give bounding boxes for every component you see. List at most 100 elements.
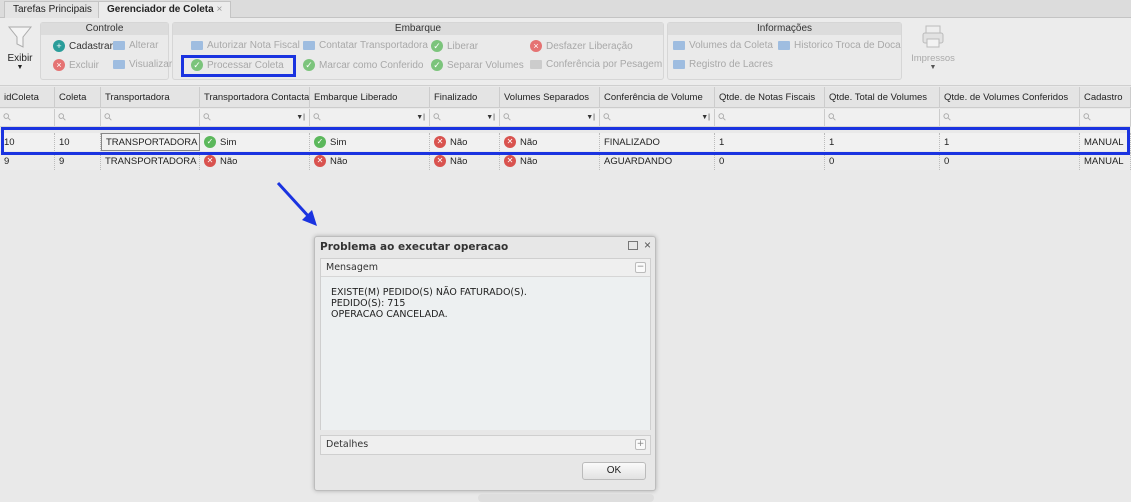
ok-button[interactable]: OK xyxy=(582,462,646,480)
column-header[interactable]: Embarque Liberado xyxy=(310,87,430,107)
cell-text: MANUAL xyxy=(1084,155,1124,167)
impressos-button[interactable]: Impressos ▼ xyxy=(905,24,961,71)
tab-tarefas-principais[interactable]: Tarefas Principais xyxy=(4,1,101,18)
table-cell: MANUAL xyxy=(1080,133,1131,151)
table-cell: 1 xyxy=(825,133,940,151)
filter-cell[interactable]: ⚲ ▼| xyxy=(600,109,715,126)
delete-icon: × xyxy=(53,59,65,71)
filter-cell[interactable]: ⚲ ▼| xyxy=(310,109,430,126)
close-icon[interactable]: × xyxy=(216,4,222,15)
filter-cell[interactable]: ⚲ xyxy=(0,109,55,126)
filter-cell[interactable]: ⚲ xyxy=(101,109,200,126)
contatar-transportadora-button[interactable]: Contatar Transportadora xyxy=(303,40,428,51)
table-cell: ✕ Não xyxy=(200,152,310,170)
table-cell: ✕ Não xyxy=(500,152,600,170)
label: Marcar como Conferido xyxy=(319,59,424,71)
desfazer-liberacao-button[interactable]: × Desfazer Liberação xyxy=(530,40,633,52)
group-title: Informações xyxy=(668,23,901,35)
table-row[interactable]: 9 9 TRANSPORTADORA ✕ Não ✕ Não ✕ Não ✕ Não AGUARDAN… xyxy=(0,152,1131,170)
cadastrar-button[interactable]: + Cadastrar xyxy=(53,40,113,52)
column-header[interactable]: Coleta xyxy=(55,87,101,107)
table-cell: 10 xyxy=(0,133,55,151)
dropdown-icon[interactable]: ▼| xyxy=(486,114,495,121)
column-header[interactable]: idColeta xyxy=(0,87,55,107)
check-icon: ✓ xyxy=(431,40,443,52)
column-header[interactable]: Qtde. Total de Volumes xyxy=(825,87,940,107)
check-icon: ✓ xyxy=(314,136,326,148)
filter-row: ⚲ ⚲ ⚲ ⚲ ▼| ⚲ ▼| ⚲ ▼| ⚲ ▼| ⚲ ▼| ⚲ ⚲ ⚲ ⚲ xyxy=(0,109,1131,127)
message-line: PEDIDO(S): 715 xyxy=(331,298,406,309)
processar-coleta-button[interactable]: ✓ Processar Coleta xyxy=(191,59,284,71)
message-body: EXISTE(M) PEDIDO(S) NÃO FATURADO(S). PED… xyxy=(321,277,650,430)
table-cell: TRANSPORTADORA xyxy=(101,152,200,170)
filter-cell[interactable]: ⚲ xyxy=(715,109,825,126)
close-icon[interactable]: × xyxy=(644,238,651,252)
column-header[interactable]: Conferência de Volume xyxy=(600,87,715,107)
filter-cell[interactable]: ⚲ ▼| xyxy=(500,109,600,126)
column-header[interactable]: Qtde. de Notas Fiscais xyxy=(715,87,825,107)
registro-de-lacres-button[interactable]: Registro de Lacres xyxy=(673,59,773,70)
table-row[interactable]: 10 10 TRANSPORTADORA ✓ Sim ✓ Sim ✕ Não ✕ Não FINALI… xyxy=(0,133,1131,151)
separar-volumes-button[interactable]: ✓ Separar Volumes xyxy=(431,59,524,71)
cell-text: Não xyxy=(330,155,348,167)
detalhes-panel[interactable]: Detalhes + xyxy=(320,435,651,455)
group-title: Controle xyxy=(41,23,168,35)
search-icon: ⚲ xyxy=(826,111,840,124)
filter-cell[interactable]: ⚲ ▼| xyxy=(200,109,310,126)
liberar-button[interactable]: ✓ Liberar xyxy=(431,40,478,52)
exibir-label: Exibir xyxy=(7,53,33,64)
autorizar-nota-fiscal-button[interactable]: Autorizar Nota Fiscal xyxy=(191,40,300,51)
column-header[interactable]: Transportadora xyxy=(101,87,200,107)
exibir-button[interactable]: Exibir ▼ xyxy=(6,24,34,71)
search-icon: ⚲ xyxy=(501,111,515,124)
cell-text: Não xyxy=(520,136,538,148)
check-icon: ✓ xyxy=(204,136,216,148)
tab-gerenciador-de-coleta[interactable]: Gerenciador de Coleta × xyxy=(98,1,232,18)
conferencia-por-pesagem-button[interactable]: Conferência por Pesagem xyxy=(530,59,662,70)
volumes-da-coleta-button[interactable]: Volumes da Coleta xyxy=(673,40,773,51)
contact-icon xyxy=(303,41,315,50)
ribbon-toolbar: Exibir ▼ Controle + Cadastrar Alterar × Ex… xyxy=(0,18,1131,86)
table-cell: 9 xyxy=(0,152,55,170)
column-header[interactable]: Finalizado xyxy=(430,87,500,107)
message-line: EXISTE(M) PEDIDO(S) NÃO FATURADO(S). xyxy=(331,287,527,298)
label: Contatar Transportadora xyxy=(319,40,428,51)
cell-text: FINALIZADO xyxy=(604,136,660,148)
group-title: Embarque xyxy=(173,23,663,35)
expand-icon[interactable]: + xyxy=(635,439,646,450)
scale-icon xyxy=(530,60,542,69)
error-dialog: Problema ao executar operacao × Mensagem… xyxy=(314,236,656,491)
x-icon: ✕ xyxy=(504,155,516,167)
label: Historico Troca de Doca xyxy=(794,40,901,51)
collapse-icon[interactable]: − xyxy=(635,262,646,273)
group-controle: Controle + Cadastrar Alterar × Excluir Vis… xyxy=(40,22,172,80)
dropdown-icon[interactable]: ▼| xyxy=(416,114,425,121)
filter-cell[interactable]: ⚲ xyxy=(55,109,101,126)
filter-cell[interactable]: ⚲ xyxy=(1080,109,1131,126)
filter-cell[interactable]: ⚲ ▼| xyxy=(430,109,500,126)
view-icon xyxy=(113,60,125,69)
search-icon: ⚲ xyxy=(1,111,15,124)
cell-text: Não xyxy=(450,136,468,148)
marcar-como-conferido-button[interactable]: ✓ Marcar como Conferido xyxy=(303,59,423,71)
column-header[interactable]: Volumes Separados xyxy=(500,87,600,107)
cell-text: 9 xyxy=(4,155,10,167)
x-icon: ✕ xyxy=(204,155,216,167)
excluir-button[interactable]: × Excluir xyxy=(53,59,99,71)
label: Alterar xyxy=(129,40,159,51)
column-header[interactable]: Transportadora Contactada xyxy=(200,87,310,107)
alterar-button[interactable]: Alterar xyxy=(113,40,158,51)
grid-header: idColeta Coleta Transportadora Transportado… xyxy=(0,87,1131,108)
historico-troca-de-doca-button[interactable]: Historico Troca de Doca xyxy=(778,40,901,51)
column-header[interactable]: Cadastro xyxy=(1080,87,1131,107)
dropdown-icon[interactable]: ▼| xyxy=(296,114,305,121)
dropdown-icon[interactable]: ▼| xyxy=(701,114,710,121)
maximize-icon[interactable] xyxy=(628,241,638,250)
visualizar-button[interactable]: Visualizar xyxy=(113,59,172,70)
check-icon: ✓ xyxy=(303,59,315,71)
filter-cell[interactable]: ⚲ xyxy=(940,109,1080,126)
column-header[interactable]: Qtde. de Volumes Conferidos xyxy=(940,87,1080,107)
dropdown-icon[interactable]: ▼| xyxy=(586,114,595,121)
label: Cadastrar xyxy=(69,40,113,52)
filter-cell[interactable]: ⚲ xyxy=(825,109,940,126)
